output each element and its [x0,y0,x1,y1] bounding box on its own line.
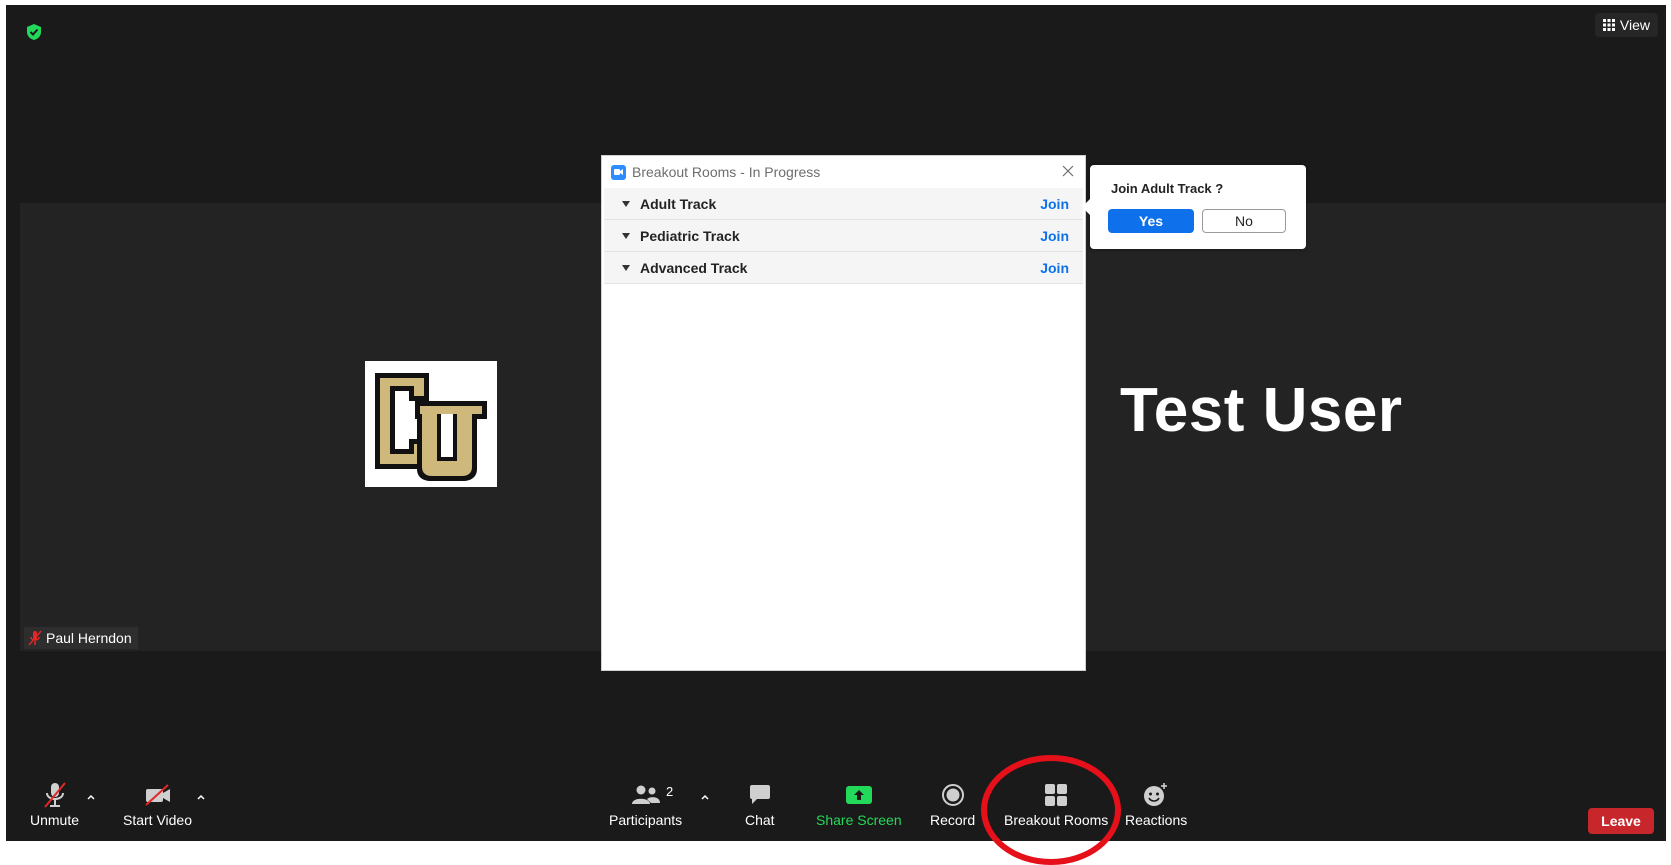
participants-options-chevron-up-icon[interactable] [700,792,710,802]
close-icon[interactable] [1061,164,1075,178]
participants-label: Participants [609,812,683,828]
breakout-rooms-button[interactable]: Breakout Rooms [1004,780,1108,828]
record-button[interactable]: Record [930,780,975,828]
unmute-button[interactable]: Unmute [30,780,79,828]
view-button[interactable]: View [1594,13,1658,37]
yes-button[interactable]: Yes [1108,209,1194,233]
breakout-rooms-label: Breakout Rooms [1004,812,1109,828]
unmute-label: Unmute [30,812,80,828]
room-name: Advanced Track [640,259,748,276]
dialog-title: Breakout Rooms - In Progress [632,164,821,180]
record-label: Record [930,812,976,828]
video-options-chevron-up-icon[interactable] [196,792,206,802]
room-row-adult-track[interactable]: Adult Track Join [604,188,1083,220]
smiley-plus-icon [1144,783,1168,806]
meeting-toolbar: Unmute Start Video Participants 2 Chat S… [6,780,1666,841]
muted-microphone-icon [43,782,66,808]
share-screen-arrow-icon [845,786,872,804]
meeting-window: View Test User Paul Herndon Breakout Roo… [6,5,1666,841]
muted-microphone-icon [28,630,42,646]
name-tag-label: Paul Herndon [46,630,132,646]
start-video-button[interactable]: Start Video [123,780,192,828]
caret-down-icon[interactable] [622,200,630,207]
dialog-titlebar[interactable]: Breakout Rooms - In Progress [602,156,1085,188]
chat-button[interactable]: Chat [745,780,775,828]
join-button-pediatric-track[interactable]: Join [1040,228,1069,244]
audio-options-chevron-up-icon[interactable] [86,792,96,802]
caret-down-icon[interactable] [622,264,630,271]
room-row-advanced-track[interactable]: Advanced Track Join [604,252,1083,284]
grid-icon [1602,19,1615,31]
share-screen-button[interactable]: Share Screen [816,780,902,828]
popover-arrow [1082,199,1090,215]
join-confirmation-popover: Join Adult Track ? Yes No [1082,165,1306,249]
participants-count: 2 [666,784,674,799]
leave-button[interactable]: Leave [1588,808,1654,834]
participant-display-name: Test User [1120,376,1403,445]
cu-logo-image [365,361,497,487]
room-name: Adult Track [640,195,717,212]
join-question: Join Adult Track ? [1111,181,1224,196]
view-label: View [1619,17,1650,33]
chat-bubble-icon [749,785,770,804]
share-screen-label: Share Screen [816,812,902,828]
reactions-button[interactable]: Reactions [1125,780,1187,828]
join-button-adult-track[interactable]: Join [1040,196,1069,212]
record-icon [941,784,964,806]
video-off-icon [144,784,170,806]
participants-icon [631,785,660,804]
participant-name-tag: Paul Herndon [24,627,138,649]
caret-down-icon[interactable] [622,232,630,239]
room-name: Pediatric Track [640,227,740,244]
zoom-app-icon [611,164,626,180]
join-button-advanced-track[interactable]: Join [1040,260,1069,276]
room-row-pediatric-track[interactable]: Pediatric Track Join [604,220,1083,252]
shield-check-icon[interactable] [26,23,42,41]
breakout-rooms-grid-icon [1045,784,1068,806]
no-button[interactable]: No [1202,209,1286,233]
reactions-label: Reactions [1125,812,1188,828]
breakout-rooms-dialog: Breakout Rooms - In Progress Adult Track… [601,155,1086,671]
chat-label: Chat [745,812,775,828]
start-video-label: Start Video [123,812,193,828]
